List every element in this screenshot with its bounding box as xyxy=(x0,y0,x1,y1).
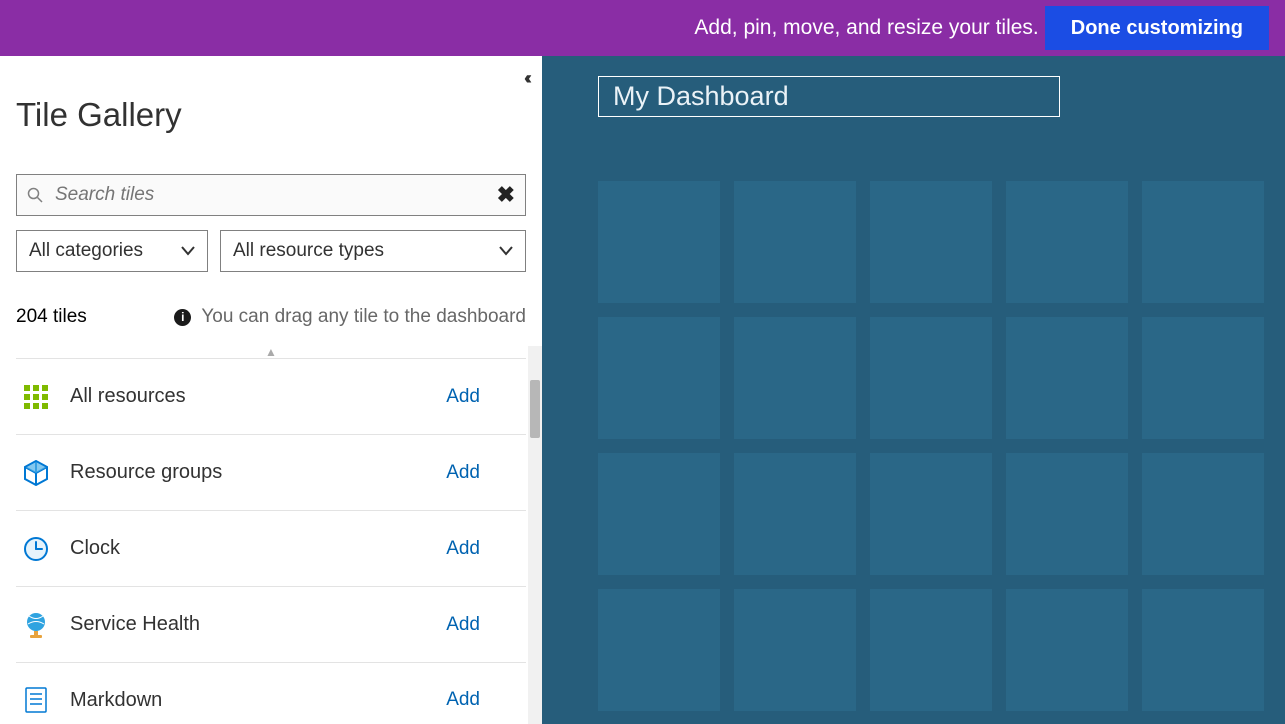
add-tile-link[interactable]: Add xyxy=(446,386,480,408)
document-icon xyxy=(22,686,50,714)
panel-title: Tile Gallery xyxy=(16,96,526,134)
category-dropdown[interactable]: All categories xyxy=(16,230,208,272)
tile-item-clock[interactable]: Clock Add xyxy=(16,510,526,586)
add-tile-link[interactable]: Add xyxy=(446,462,480,484)
grid-cell[interactable] xyxy=(1142,589,1264,711)
collapse-panel-icon[interactable]: ‹‹ xyxy=(524,68,528,89)
grid-cell[interactable] xyxy=(734,453,856,575)
banner-message: Add, pin, move, and resize your tiles. xyxy=(694,16,1038,40)
tile-label: Resource groups xyxy=(70,461,446,484)
tile-item-resource-groups[interactable]: Resource groups Add xyxy=(16,434,526,510)
tile-label: All resources xyxy=(70,385,446,408)
resource-type-dropdown[interactable]: All resource types xyxy=(220,230,526,272)
clock-icon xyxy=(22,535,50,563)
drag-hint: i You can drag any tile to the dashboard xyxy=(174,306,526,328)
grid-cell[interactable] xyxy=(598,589,720,711)
add-tile-link[interactable]: Add xyxy=(446,538,480,560)
cube-icon xyxy=(22,459,50,487)
tile-label: Clock xyxy=(70,537,446,560)
tile-grid[interactable] xyxy=(598,181,1285,711)
drag-hint-text: You can drag any tile to the dashboard xyxy=(201,306,526,328)
tile-list[interactable]: ▲ All resources Add xyxy=(0,346,542,724)
grid-icon xyxy=(22,383,50,411)
grid-cell[interactable] xyxy=(1142,453,1264,575)
scrollbar-track[interactable] xyxy=(528,346,542,724)
grid-cell[interactable] xyxy=(870,589,992,711)
customization-banner: Add, pin, move, and resize your tiles. D… xyxy=(0,0,1285,56)
tile-item-markdown[interactable]: Markdown Add xyxy=(16,662,526,724)
done-customizing-button[interactable]: Done customizing xyxy=(1045,6,1269,50)
grid-cell[interactable] xyxy=(598,317,720,439)
search-icon xyxy=(27,187,43,203)
chevron-down-icon xyxy=(181,246,195,256)
dashboard-name-input[interactable] xyxy=(598,76,1060,117)
search-tiles-field[interactable]: ✖ xyxy=(16,174,526,216)
grid-cell[interactable] xyxy=(734,317,856,439)
add-tile-link[interactable]: Add xyxy=(446,614,480,636)
search-input[interactable] xyxy=(55,184,497,206)
add-tile-link[interactable]: Add xyxy=(446,689,480,711)
grid-cell[interactable] xyxy=(598,453,720,575)
scrollbar-thumb[interactable] xyxy=(530,380,540,438)
grid-cell[interactable] xyxy=(734,589,856,711)
chevron-down-icon xyxy=(499,246,513,256)
grid-cell[interactable] xyxy=(1006,181,1128,303)
tile-count: 204 tiles xyxy=(16,306,87,328)
grid-cell[interactable] xyxy=(870,317,992,439)
tile-item-service-health[interactable]: Service Health Add xyxy=(16,586,526,662)
scroll-up-indicator: ▲ xyxy=(16,346,526,358)
grid-cell[interactable] xyxy=(1006,589,1128,711)
grid-cell[interactable] xyxy=(1006,453,1128,575)
grid-cell[interactable] xyxy=(870,181,992,303)
grid-cell[interactable] xyxy=(1142,181,1264,303)
info-icon: i xyxy=(174,309,191,326)
tile-label: Service Health xyxy=(70,613,446,636)
grid-cell[interactable] xyxy=(1006,317,1128,439)
clear-search-icon[interactable]: ✖ xyxy=(497,182,515,208)
grid-cell[interactable] xyxy=(1142,317,1264,439)
tile-item-all-resources[interactable]: All resources Add xyxy=(16,358,526,434)
tile-label: Markdown xyxy=(70,689,446,712)
grid-cell[interactable] xyxy=(598,181,720,303)
dashboard-canvas[interactable] xyxy=(542,56,1285,724)
category-dropdown-label: All categories xyxy=(29,240,143,262)
resource-type-dropdown-label: All resource types xyxy=(233,240,384,262)
tile-gallery-panel: ‹‹ Tile Gallery ✖ All categories All xyxy=(0,56,542,724)
globe-icon xyxy=(22,611,50,639)
grid-cell[interactable] xyxy=(734,181,856,303)
grid-cell[interactable] xyxy=(870,453,992,575)
